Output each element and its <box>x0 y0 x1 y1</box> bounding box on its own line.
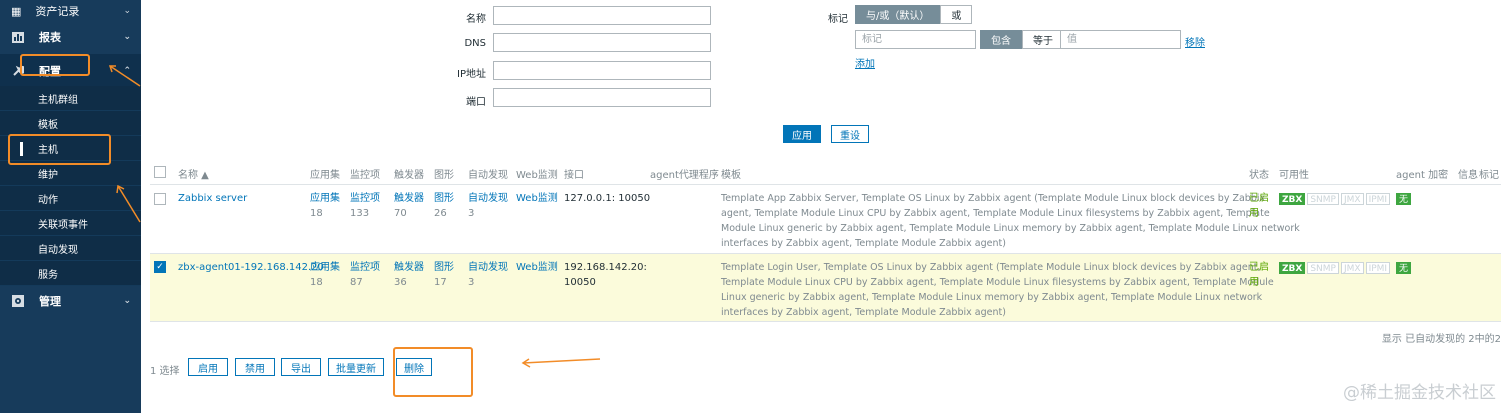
watermark: @稀土掘金技术社区 <box>1343 383 1496 403</box>
annotation-arrows <box>108 65 601 368</box>
